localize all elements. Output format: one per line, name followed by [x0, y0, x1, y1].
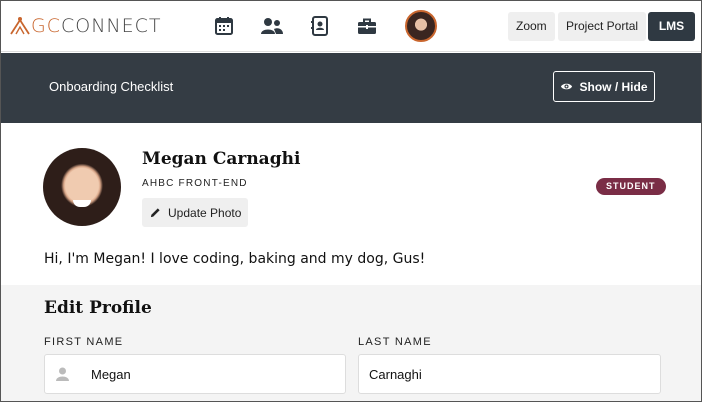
show-hide-button[interactable]: Show / Hide — [553, 71, 655, 102]
project-portal-button[interactable]: Project Portal — [558, 12, 647, 41]
profile-card: Megan Carnaghi AHBC FRONT-END Update Pho… — [1, 123, 701, 285]
role-badge: STUDENT — [596, 178, 666, 195]
first-name-field-wrapper — [44, 354, 346, 394]
lms-button[interactable]: LMS — [648, 12, 695, 41]
onboarding-banner: Onboarding Checklist Show / Hide — [1, 53, 701, 123]
logo-mark-icon — [10, 17, 30, 35]
last-name-input[interactable] — [369, 355, 654, 393]
profile-bio: Hi, I'm Megan! I love coding, baking and… — [44, 251, 426, 267]
gcconnect-logo[interactable]: GC CONNECT — [9, 13, 162, 39]
profile-avatar — [43, 148, 121, 226]
last-name-label: LAST NAME — [358, 336, 432, 348]
banner-title: Onboarding Checklist — [49, 79, 174, 94]
first-name-input[interactable] — [91, 355, 341, 393]
eye-icon — [561, 83, 573, 90]
app-frame: GC CONNECT Zoom Project Portal LMS Onboar… — [0, 0, 702, 402]
users-icon[interactable] — [260, 15, 284, 37]
user-icon — [56, 367, 69, 381]
top-navbar: GC CONNECT Zoom Project Portal LMS — [1, 1, 701, 52]
edit-profile-section: Edit Profile FIRST NAME LAST NAME — [1, 285, 701, 401]
pencil-icon — [150, 208, 160, 218]
show-hide-label: Show / Hide — [579, 79, 648, 94]
last-name-field-wrapper — [358, 354, 661, 394]
profile-name: Megan Carnaghi — [142, 149, 301, 169]
profile-program: AHBC FRONT-END — [142, 178, 248, 189]
calendar-icon[interactable] — [213, 15, 235, 37]
update-photo-button[interactable]: Update Photo — [142, 198, 248, 227]
logo-connect-text: CONNECT — [61, 15, 162, 37]
zoom-button[interactable]: Zoom — [508, 12, 555, 41]
user-avatar-menu[interactable] — [405, 10, 437, 42]
edit-profile-title: Edit Profile — [44, 298, 152, 318]
update-photo-label: Update Photo — [168, 205, 242, 220]
contacts-book-icon[interactable] — [309, 15, 331, 37]
first-name-label: FIRST NAME — [44, 336, 124, 348]
logo-gc-text: GC — [31, 15, 61, 37]
briefcase-icon[interactable] — [356, 15, 378, 37]
